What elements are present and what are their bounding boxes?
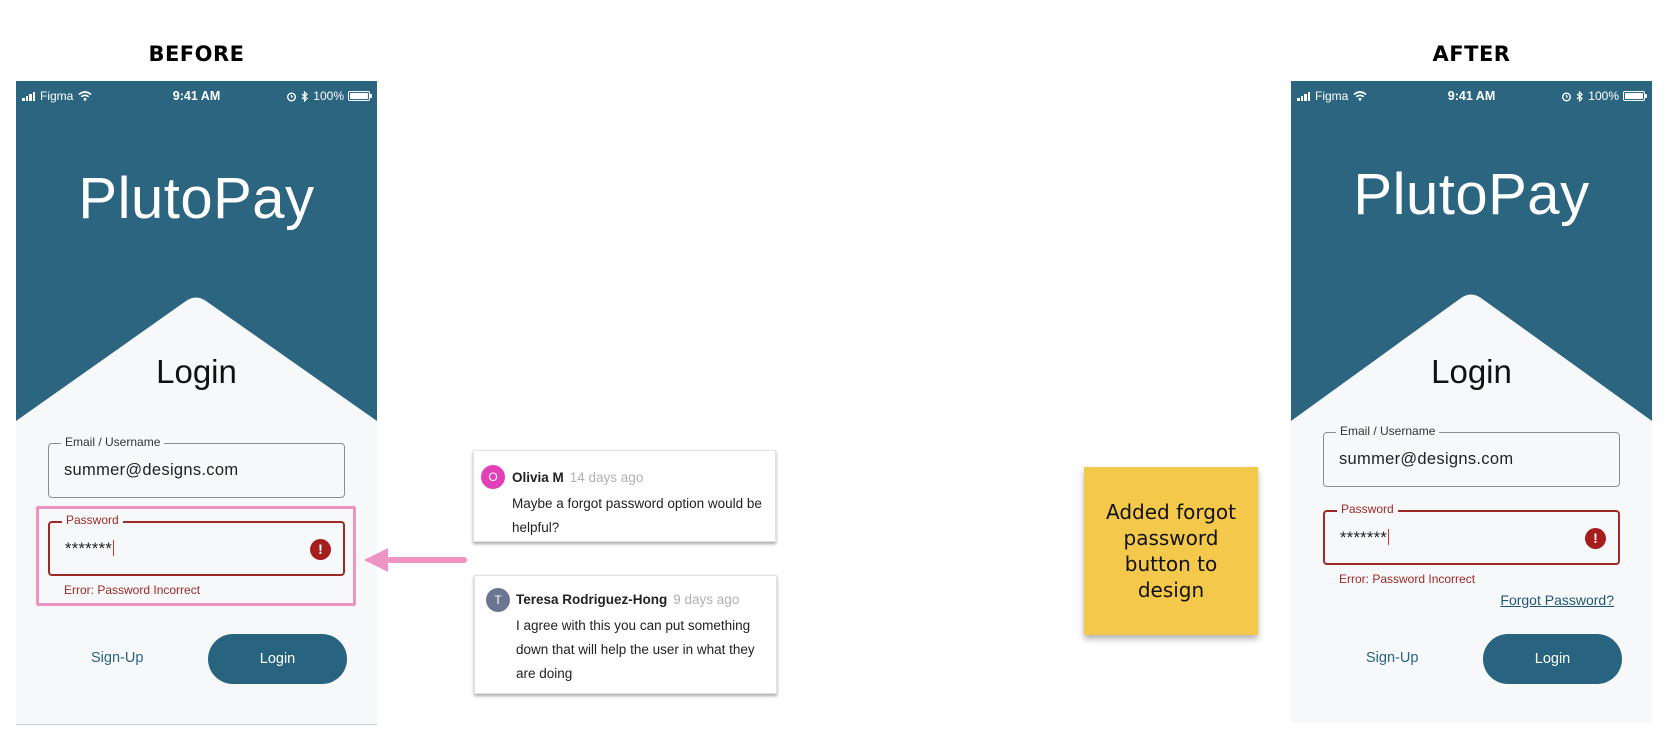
before-title: BEFORE bbox=[148, 42, 245, 66]
password-error-text: Error: Password Incorrect bbox=[1339, 572, 1476, 586]
arrow-annotation bbox=[364, 548, 467, 572]
password-error-text: Error: Password Incorrect bbox=[64, 583, 201, 597]
comment-card[interactable]: T Teresa Rodriguez-Hong 9 days ago I agre… bbox=[474, 575, 777, 694]
email-value: summer@designs.com bbox=[64, 461, 239, 479]
before-phone-screen: Figma 9:41 AM 100% PlutoPay Login Email … bbox=[16, 81, 377, 725]
password-label: Password bbox=[62, 513, 123, 527]
email-label: Email / Username bbox=[61, 435, 165, 449]
bluetooth-icon bbox=[301, 90, 309, 102]
signup-link[interactable]: Sign-Up bbox=[91, 650, 143, 666]
comment-text: Maybe a forgot password option would be … bbox=[512, 496, 762, 535]
email-field[interactable]: Email / Username summer@designs.com bbox=[48, 435, 345, 498]
comment-author: Teresa Rodriguez-Hong 9 days ago bbox=[516, 592, 740, 607]
page-title: Login bbox=[156, 353, 237, 390]
status-bar: Figma 9:41 AM 100% bbox=[16, 81, 377, 103]
password-value: ******* bbox=[65, 540, 115, 558]
alarm-icon bbox=[287, 92, 297, 101]
app-logo-text: PlutoPay bbox=[1353, 162, 1590, 227]
error-icon: ! bbox=[1585, 528, 1606, 549]
after-phone-screen: Figma 9:41 AM 100% PlutoPay Login Email … bbox=[1291, 81, 1652, 723]
email-field[interactable]: Email / Username summer@designs.com bbox=[1323, 424, 1620, 487]
login-button[interactable]: Login bbox=[1483, 634, 1622, 684]
password-label: Password bbox=[1337, 502, 1398, 516]
password-value: ******* bbox=[1340, 529, 1390, 547]
forgot-password-link[interactable]: Forgot Password? bbox=[1500, 592, 1614, 608]
text-caret bbox=[1388, 529, 1390, 545]
sticky-note[interactable]: Added forgot password button to design bbox=[1084, 467, 1258, 635]
email-value: summer@designs.com bbox=[1339, 450, 1514, 468]
after-title: AFTER bbox=[1432, 42, 1511, 66]
avatar: T bbox=[486, 588, 510, 612]
status-bar: Figma 9:41 AM 100% bbox=[1291, 81, 1652, 103]
signup-link[interactable]: Sign-Up bbox=[1366, 650, 1418, 666]
battery-label: 100% bbox=[1588, 89, 1619, 103]
password-field[interactable]: Password ******* ! bbox=[1323, 502, 1620, 565]
battery-icon bbox=[1623, 91, 1647, 101]
app-logo-text: PlutoPay bbox=[78, 166, 315, 231]
avatar: O bbox=[481, 465, 505, 489]
alarm-icon bbox=[1562, 92, 1572, 101]
bluetooth-icon bbox=[1576, 90, 1584, 102]
comment-text: I agree with this you can put something … bbox=[516, 618, 755, 681]
comment-author: Olivia M 14 days ago bbox=[512, 470, 644, 485]
password-field[interactable]: Password ******* ! bbox=[48, 513, 345, 576]
page-title: Login bbox=[1431, 353, 1512, 390]
email-label: Email / Username bbox=[1336, 424, 1440, 438]
text-caret bbox=[113, 540, 115, 556]
battery-icon bbox=[348, 91, 372, 101]
error-icon: ! bbox=[310, 539, 331, 560]
comment-date: 14 days ago bbox=[569, 470, 644, 485]
comment-date: 9 days ago bbox=[673, 592, 740, 607]
comment-card[interactable]: O Olivia M 14 days ago Maybe a forgot pas… bbox=[473, 450, 776, 542]
battery-label: 100% bbox=[313, 89, 344, 103]
login-button[interactable]: Login bbox=[208, 634, 347, 684]
